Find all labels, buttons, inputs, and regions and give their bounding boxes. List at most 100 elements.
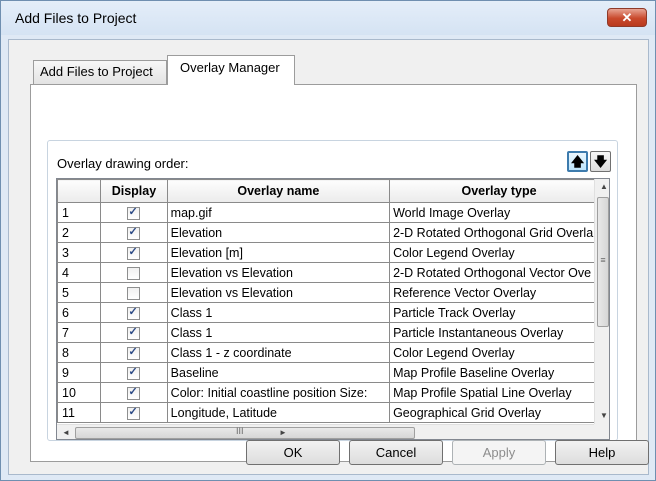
row-index-cell: 11 — [57, 402, 102, 423]
column-header-display[interactable]: Display — [100, 179, 168, 203]
display-cell — [100, 342, 168, 363]
grip-icon: ≡ — [600, 255, 606, 265]
overlay-type-cell[interactable]: Map Profile Baseline Overlay — [389, 362, 609, 383]
display-cell — [100, 302, 168, 323]
overlay-name-cell[interactable]: Elevation vs Elevation — [166, 262, 391, 283]
display-cell — [100, 322, 168, 343]
overlay-type-cell[interactable]: Particle Track Overlay — [389, 302, 609, 323]
column-header-index[interactable] — [57, 179, 102, 203]
overlay-type-cell[interactable]: Geographical Grid Overlay — [389, 402, 609, 423]
display-checkbox[interactable] — [127, 405, 141, 420]
row-index-cell: 6 — [57, 302, 102, 323]
display-checkbox[interactable] — [127, 365, 141, 380]
table-row[interactable]: 2 Elevation2-D Rotated Orthogonal Grid Ov… — [57, 222, 609, 243]
table-row[interactable]: 5 Elevation vs Elevation Reference Vector … — [57, 282, 609, 303]
scroll-down-icon[interactable]: ▼ — [600, 411, 608, 420]
scroll-up-icon[interactable]: ▲ — [600, 182, 608, 191]
grip-icon: III — [236, 426, 244, 436]
table-row[interactable]: 3 Elevation [m]Color Legend Overlay — [57, 242, 609, 263]
row-index-cell: 4 — [57, 262, 102, 283]
row-index-cell: 1 — [57, 202, 102, 223]
overlay-type-cell[interactable]: Color Legend Overlay — [389, 242, 609, 263]
ok-button[interactable]: OK — [246, 440, 340, 465]
scroll-corner — [594, 424, 609, 439]
display-checkbox[interactable] — [127, 266, 141, 280]
move-down-button[interactable]: 🡇 — [590, 151, 611, 172]
scroll-left-icon[interactable]: ◄ — [62, 428, 70, 437]
help-button[interactable]: Help — [555, 440, 649, 465]
overlay-name-cell[interactable]: Class 1 — [166, 302, 391, 323]
table-header-row: Display Overlay name Overlay type — [57, 179, 609, 203]
overlay-name-cell[interactable]: Elevation [m] — [166, 242, 391, 263]
column-header-overlay-name[interactable]: Overlay name — [166, 179, 391, 203]
row-index-cell: 5 — [57, 282, 102, 303]
table-row[interactable]: 8 Class 1 - z coordinateColor Legend Over… — [57, 342, 609, 363]
column-header-overlay-type[interactable]: Overlay type — [389, 179, 609, 203]
display-cell — [100, 262, 168, 283]
row-index-cell: 2 — [57, 222, 102, 243]
cancel-button[interactable]: Cancel — [349, 440, 443, 465]
table-row[interactable]: 6 Class 1Particle Track Overlay — [57, 302, 609, 323]
move-up-button[interactable]: 🡅 — [567, 151, 588, 172]
table-row[interactable]: 9 BaselineMap Profile Baseline Overlay — [57, 362, 609, 383]
close-icon: ✕ — [621, 10, 633, 25]
overlay-type-cell[interactable]: 2-D Rotated Orthogonal Grid Overla — [389, 222, 609, 243]
display-checkbox[interactable] — [127, 345, 141, 360]
overlay-grid: Display Overlay name Overlay type 1 map.g… — [56, 178, 610, 440]
dialog-window: Add Files to Project ✕ Add Files to Proj… — [0, 0, 656, 481]
table-row[interactable]: 11 Longitude, LatitudeGeographical Grid O… — [57, 402, 609, 423]
close-button[interactable]: ✕ — [607, 8, 647, 27]
overlay-type-cell[interactable]: Particle Instantaneous Overlay — [389, 322, 609, 343]
overlay-name-cell[interactable]: Elevation — [166, 222, 391, 243]
overlay-type-cell[interactable]: Reference Vector Overlay — [389, 282, 609, 303]
vertical-scrollbar[interactable]: ▲ ≡ ▼ — [594, 179, 609, 424]
row-index-cell: 3 — [57, 242, 102, 263]
table-row[interactable]: 1 map.gifWorld Image Overlay — [57, 202, 609, 223]
dialog-body: Add Files to Project Overlay Manager Ove… — [8, 39, 649, 475]
display-cell — [100, 242, 168, 263]
overlay-name-cell[interactable]: Baseline — [166, 362, 391, 383]
row-index-cell: 7 — [57, 322, 102, 343]
overlay-name-cell[interactable]: Elevation vs Elevation — [166, 282, 391, 303]
overlay-type-cell[interactable]: Color Legend Overlay — [389, 342, 609, 363]
overlay-order-label: Overlay drawing order: — [57, 156, 189, 171]
overlay-name-cell[interactable]: Class 1 - z coordinate — [166, 342, 391, 363]
display-checkbox[interactable] — [127, 286, 141, 300]
vertical-scroll-thumb[interactable]: ≡ — [597, 197, 609, 327]
table-row[interactable]: 7 Class 1Particle Instantaneous Overlay — [57, 322, 609, 343]
row-index-cell: 8 — [57, 342, 102, 363]
overlay-name-cell[interactable]: map.gif — [166, 202, 391, 223]
display-cell — [100, 202, 168, 223]
display-cell — [100, 382, 168, 403]
overlay-name-cell[interactable]: Class 1 — [166, 322, 391, 343]
horizontal-scrollbar[interactable]: ◄ III ► — [57, 424, 594, 439]
arrow-up-icon: 🡅 — [570, 154, 585, 169]
table-row[interactable]: 10 Color: Initial coastline position Size… — [57, 382, 609, 403]
apply-button: Apply — [452, 440, 546, 465]
display-checkbox[interactable] — [127, 325, 141, 340]
display-cell — [100, 402, 168, 423]
tab-overlay-manager[interactable]: Overlay Manager — [167, 55, 295, 85]
overlay-name-cell[interactable]: Longitude, Latitude — [166, 402, 391, 423]
overlay-name-cell[interactable]: Color: Initial coastline position Size: — [166, 382, 391, 403]
scroll-right-icon[interactable]: ► — [279, 428, 287, 437]
table-row[interactable]: 4 Elevation vs Elevation 2-D Rotated Ortho… — [57, 262, 609, 283]
arrow-down-icon: 🡇 — [593, 154, 608, 169]
window-title: Add Files to Project — [15, 10, 137, 26]
overlay-table: Display Overlay name Overlay type 1 map.g… — [57, 179, 609, 423]
display-cell — [100, 222, 168, 243]
overlay-order-group: Overlay drawing order: 🡅 🡇 Display Overl… — [47, 140, 618, 441]
display-cell — [100, 282, 168, 303]
display-checkbox[interactable] — [127, 225, 141, 240]
display-checkbox[interactable] — [127, 305, 141, 320]
tab-add-files[interactable]: Add Files to Project — [33, 60, 167, 84]
overlay-type-cell[interactable]: 2-D Rotated Orthogonal Vector Ove — [389, 262, 609, 283]
display-checkbox[interactable] — [127, 205, 141, 220]
display-checkbox[interactable] — [127, 385, 141, 400]
overlay-type-cell[interactable]: World Image Overlay — [389, 202, 609, 223]
display-checkbox[interactable] — [127, 245, 141, 260]
overlay-type-cell[interactable]: Map Profile Spatial Line Overlay — [389, 382, 609, 403]
horizontal-scroll-thumb[interactable]: III — [75, 426, 415, 439]
display-cell — [100, 362, 168, 383]
title-bar[interactable]: Add Files to Project ✕ — [1, 1, 655, 35]
